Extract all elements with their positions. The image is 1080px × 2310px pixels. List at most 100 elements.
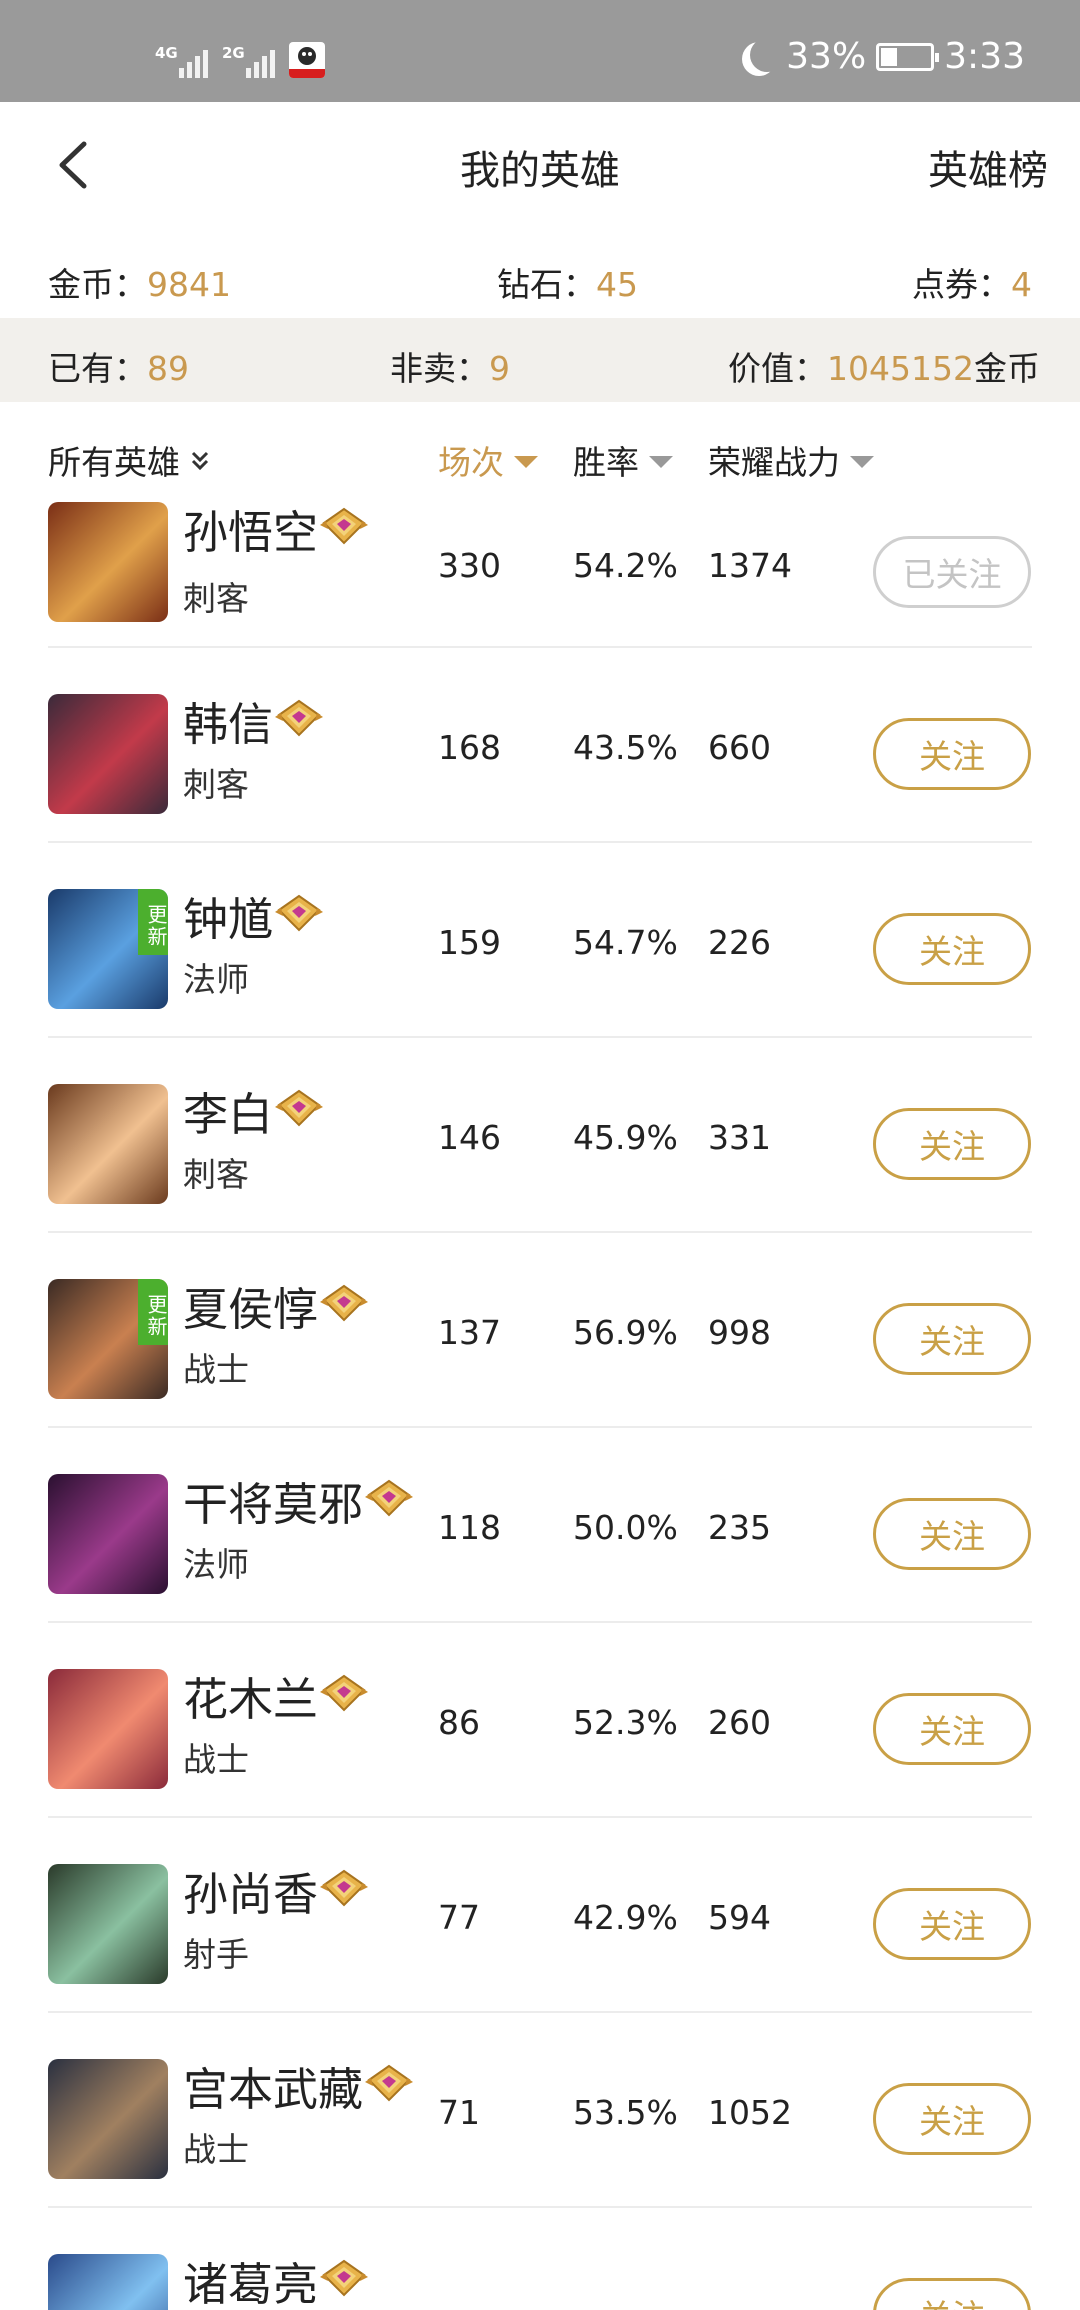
- hero-name: 宫本武藏: [183, 2063, 364, 2116]
- owned-label: 已有：: [48, 349, 147, 388]
- nav-bar: 我的英雄 英雄榜: [0, 102, 1080, 228]
- hero-avatar[interactable]: 更新: [48, 1279, 168, 1399]
- not-for-sale-stat: 非卖：9: [390, 342, 510, 390]
- win-rate: 54.2%: [573, 546, 678, 585]
- not-for-sale-label: 非卖：: [390, 349, 489, 388]
- sort-by-winrate[interactable]: 胜率: [573, 436, 673, 484]
- owned-stat: 已有：89: [48, 342, 189, 390]
- hero-ranking-link[interactable]: 英雄榜: [928, 138, 1048, 196]
- hero-avatar[interactable]: [48, 1474, 168, 1594]
- sort-by-power[interactable]: 荣耀战力: [708, 436, 874, 484]
- new-badge: 更新: [138, 1279, 168, 1345]
- hero-row[interactable]: 诸葛亮 关注: [0, 2208, 1080, 2310]
- hero-row[interactable]: 孙悟空 刺客 330 54.2% 1374 已关注: [0, 502, 1080, 648]
- hero-avatar[interactable]: [48, 2254, 168, 2310]
- hero-avatar[interactable]: [48, 1864, 168, 1984]
- mastery-badge-icon: [320, 1670, 369, 1711]
- glory-power: 331: [708, 1118, 771, 1157]
- summary-row: 已有：89 非卖：9 价值：1045152金币: [0, 318, 1080, 402]
- hero-role: 射手: [183, 1935, 249, 1974]
- follow-button[interactable]: 关注: [873, 1108, 1031, 1180]
- win-rate: 50.0%: [573, 1508, 678, 1547]
- match-count: 118: [438, 1508, 501, 1547]
- hero-avatar[interactable]: [48, 502, 168, 622]
- hero-name: 孙尚香: [183, 1868, 319, 1921]
- hero-list: 孙悟空 刺客 330 54.2% 1374 已关注 韩信 刺客 168 43.5…: [0, 502, 1080, 2310]
- follow-button[interactable]: 关注: [873, 2083, 1031, 2155]
- gold-stat: 金币：9841: [48, 258, 231, 306]
- hero-row[interactable]: 花木兰 战士 86 52.3% 260 关注: [0, 1623, 1080, 1818]
- match-count: 77: [438, 1898, 480, 1937]
- hero-avatar[interactable]: 更新: [48, 889, 168, 1009]
- network-type-label: 4G: [155, 44, 178, 62]
- hero-avatar[interactable]: [48, 694, 168, 814]
- worth-label: 价值：: [728, 349, 828, 388]
- hero-role: 战士: [183, 1350, 249, 1389]
- follow-button[interactable]: 关注: [873, 1303, 1031, 1375]
- double-chevron-down-icon: [190, 442, 210, 471]
- follow-button[interactable]: 关注: [873, 1693, 1031, 1765]
- hero-row[interactable]: 更新 钟馗 法师 159 54.7% 226 关注: [0, 843, 1080, 1038]
- mastery-badge-icon: [320, 2255, 369, 2296]
- worth-unit: 金币: [974, 349, 1040, 388]
- hero-row[interactable]: 干将莫邪 法师 118 50.0% 235 关注: [0, 1428, 1080, 1623]
- hero-role: 法师: [183, 1545, 249, 1584]
- voucher-value: 4: [1011, 265, 1032, 304]
- hero-row[interactable]: 更新 夏侯惇 战士 137 56.9% 998 关注: [0, 1233, 1080, 1428]
- hero-name-wrap: 干将莫邪: [183, 1468, 414, 1533]
- follow-button[interactable]: 关注: [873, 913, 1031, 985]
- hero-name-wrap: 花木兰: [183, 1663, 369, 1728]
- follow-button[interactable]: 已关注: [873, 536, 1031, 608]
- hero-avatar[interactable]: [48, 1084, 168, 1204]
- sort-by-matches[interactable]: 场次: [438, 436, 538, 484]
- follow-button[interactable]: 关注: [873, 1888, 1031, 1960]
- glory-power: 226: [708, 923, 771, 962]
- match-count: 71: [438, 2093, 480, 2132]
- voucher-stat: 点券：4: [912, 258, 1032, 306]
- not-for-sale-value: 9: [489, 349, 510, 388]
- page-title: 我的英雄: [460, 148, 620, 194]
- hero-avatar[interactable]: [48, 2059, 168, 2179]
- hero-name: 干将莫邪: [183, 1478, 364, 1531]
- column-header: 所有英雄 场次 胜率 荣耀战力: [0, 402, 1080, 512]
- diamond-value: 45: [596, 265, 638, 304]
- currency-row: 金币：9841 钻石：45 点券：4: [0, 228, 1080, 318]
- power-column-label: 荣耀战力: [708, 443, 840, 482]
- follow-button[interactable]: 关注: [873, 2278, 1031, 2310]
- mastery-badge-icon: [275, 695, 324, 736]
- gold-value: 9841: [147, 265, 231, 304]
- signal-icon: 2G: [222, 46, 275, 78]
- win-rate: 54.7%: [573, 923, 678, 962]
- hero-avatar[interactable]: [48, 1669, 168, 1789]
- follow-button[interactable]: 关注: [873, 1498, 1031, 1570]
- hero-name-wrap: 孙尚香: [183, 1858, 369, 1923]
- hero-row[interactable]: 宫本武藏 战士 71 53.5% 1052 关注: [0, 2013, 1080, 2208]
- glory-power: 660: [708, 728, 771, 767]
- win-rate: 42.9%: [573, 1898, 678, 1937]
- winrate-column-label: 胜率: [573, 443, 639, 482]
- hero-role: 法师: [183, 960, 249, 999]
- hero-filter-dropdown[interactable]: 所有英雄: [48, 436, 210, 484]
- follow-button[interactable]: 关注: [873, 718, 1031, 790]
- hero-name: 诸葛亮: [183, 2258, 319, 2310]
- glory-power: 1052: [708, 2093, 792, 2132]
- hero-name-wrap: 宫本武藏: [183, 2053, 414, 2118]
- status-icons-right: 33% 3:33: [742, 36, 1025, 77]
- hero-row[interactable]: 韩信 刺客 168 43.5% 660 关注: [0, 648, 1080, 843]
- clock: 3:33: [944, 36, 1025, 77]
- hero-role: 刺客: [183, 765, 249, 804]
- matches-column-label: 场次: [438, 443, 504, 482]
- mastery-badge-icon: [275, 1085, 324, 1126]
- hero-row[interactable]: 李白 刺客 146 45.9% 331 关注: [0, 1038, 1080, 1233]
- battery-percent: 33%: [786, 36, 867, 77]
- mastery-badge-icon: [320, 1865, 369, 1906]
- hero-name: 韩信: [183, 698, 274, 751]
- match-count: 159: [438, 923, 501, 962]
- hero-name: 李白: [183, 1088, 274, 1141]
- mastery-badge-icon: [365, 2060, 414, 2101]
- hero-row[interactable]: 孙尚香 射手 77 42.9% 594 关注: [0, 1818, 1080, 2013]
- win-rate: 45.9%: [573, 1118, 678, 1157]
- win-rate: 53.5%: [573, 2093, 678, 2132]
- hero-role: 战士: [183, 2130, 249, 2169]
- glory-power: 235: [708, 1508, 771, 1547]
